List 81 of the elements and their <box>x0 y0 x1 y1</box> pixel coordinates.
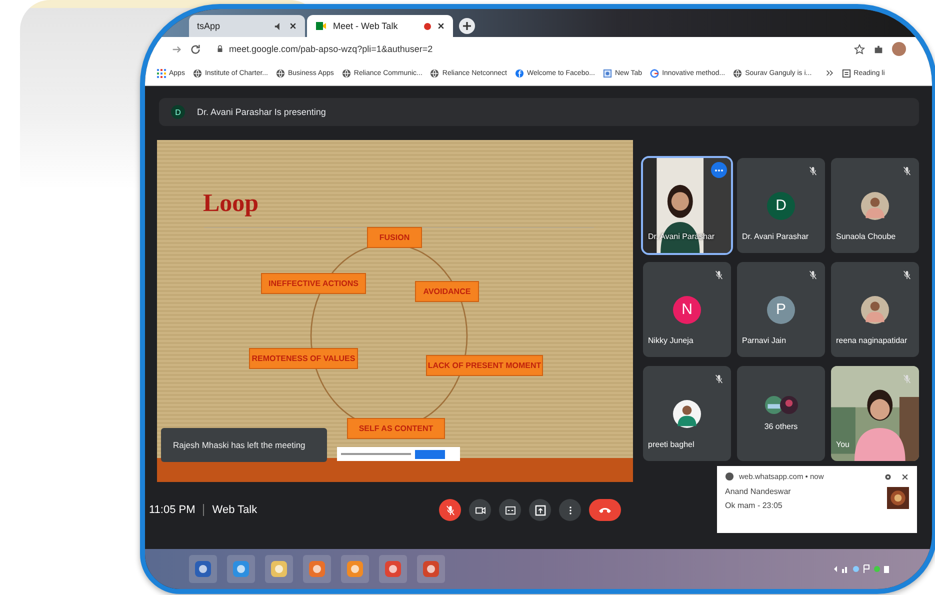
globe-icon <box>342 68 351 78</box>
participant-name: preeti baghel <box>648 440 694 449</box>
close-icon[interactable] <box>289 22 297 30</box>
profile-avatar[interactable] <box>892 42 906 56</box>
settings-icon[interactable] <box>884 472 892 480</box>
facebook-icon <box>514 68 524 78</box>
taskbar-app-icon[interactable] <box>193 559 213 579</box>
phone-icon <box>598 506 612 514</box>
notification-message: Ok mam - 23:05 <box>725 501 784 510</box>
participant-name: Nikky Juneja <box>648 336 694 345</box>
taskbar-app-icon[interactable] <box>307 559 327 579</box>
plus-icon <box>462 21 472 31</box>
stop-sharing-button[interactable] <box>415 450 445 458</box>
recording-icon <box>424 22 431 30</box>
close-icon[interactable] <box>437 22 445 30</box>
reload-icon[interactable] <box>190 44 201 54</box>
diagram-node: REMOTENESS OF VALUES <box>249 348 358 369</box>
page-icon <box>602 68 612 78</box>
presenting-label: Dr. Avani Parashar Is presenting <box>197 107 326 117</box>
browser-tab[interactable]: Meet - Web Talk <box>307 15 453 37</box>
lock-icon <box>217 45 223 53</box>
taskbar-app-icon[interactable] <box>421 559 441 579</box>
participant-name: reena naginapatidar <box>836 336 908 345</box>
diagram-node: SELF AS CONTENT <box>347 418 445 439</box>
globe-icon <box>733 68 742 78</box>
participant-tile[interactable]: 36 others <box>737 366 825 461</box>
participant-tile[interactable]: N Nikky Juneja <box>643 262 731 357</box>
participant-tile[interactable]: P Parnavi Jain <box>737 262 825 357</box>
meeting-toast: Rajesh Mhaski has left the meeting <box>161 428 327 462</box>
participant-tile[interactable]: reena naginapatidar <box>831 262 919 357</box>
initial-avatar: D <box>767 192 795 220</box>
taskbar-app-icon[interactable] <box>345 559 365 579</box>
camera-button[interactable] <box>469 499 492 521</box>
taskbar-app-icon[interactable] <box>231 559 251 579</box>
captions-button[interactable] <box>499 499 522 521</box>
taskbar-app-icon[interactable] <box>383 559 403 579</box>
mic-off-icon <box>446 504 455 516</box>
system-tray-icons <box>832 564 892 574</box>
mic-button[interactable] <box>439 499 462 521</box>
diagram-node: AVOIDANCE <box>415 281 479 302</box>
participant-tile[interactable]: D Dr. Avani Parashar <box>737 158 825 253</box>
participant-name: Dr. Avani Parashar <box>742 232 809 241</box>
participant-tile[interactable]: Sunaola Choube <box>831 158 919 253</box>
clock-time: 11:05 PM <box>149 504 196 516</box>
captions-icon <box>504 506 516 514</box>
meeting-name: Web Talk <box>212 504 258 516</box>
close-icon[interactable] <box>901 472 909 480</box>
slide-title: Loop <box>203 190 259 218</box>
diagram-node: LACK OF PRESENT MOMENT <box>426 355 543 376</box>
notification-sender: Anand Nandeswar <box>725 487 791 496</box>
presenter-avatar: D <box>171 105 185 119</box>
diagram-node: INEFFECTIVE ACTIONS <box>261 273 366 294</box>
taskbar-app-icon[interactable] <box>269 559 289 579</box>
present-icon <box>534 504 546 516</box>
more-icon <box>568 504 572 516</box>
participant-name: 36 others <box>764 422 798 431</box>
present-button[interactable] <box>529 499 552 521</box>
initial-avatar: N <box>673 296 701 324</box>
forward-icon[interactable] <box>171 44 182 54</box>
browser-tab[interactable]: tsApp <box>189 15 305 37</box>
more-icon <box>714 168 724 172</box>
globe-icon <box>430 68 440 78</box>
globe-icon <box>725 472 734 481</box>
globe-icon <box>276 68 285 78</box>
camera-icon <box>474 506 486 514</box>
initial-avatar: P <box>767 296 795 324</box>
participant-tile[interactable]: preeti baghel <box>643 366 731 461</box>
diagram-node: FUSION <box>367 227 422 248</box>
new-tab-button[interactable] <box>459 18 475 34</box>
participant-name: You <box>836 440 850 449</box>
globe-icon <box>192 68 202 78</box>
reading-list-icon <box>842 68 851 78</box>
google-icon <box>650 68 660 78</box>
participant-tile[interactable]: You <box>831 366 919 461</box>
participant-name: Parnavi Jain <box>742 336 786 345</box>
meet-icon <box>315 20 327 32</box>
apps-grid-icon <box>157 68 166 78</box>
star-icon[interactable] <box>854 44 865 54</box>
end-call-button[interactable] <box>589 499 622 521</box>
more-bookmarks-icon[interactable] <box>826 69 834 77</box>
participant-name: Sunaola Choube <box>836 232 896 241</box>
